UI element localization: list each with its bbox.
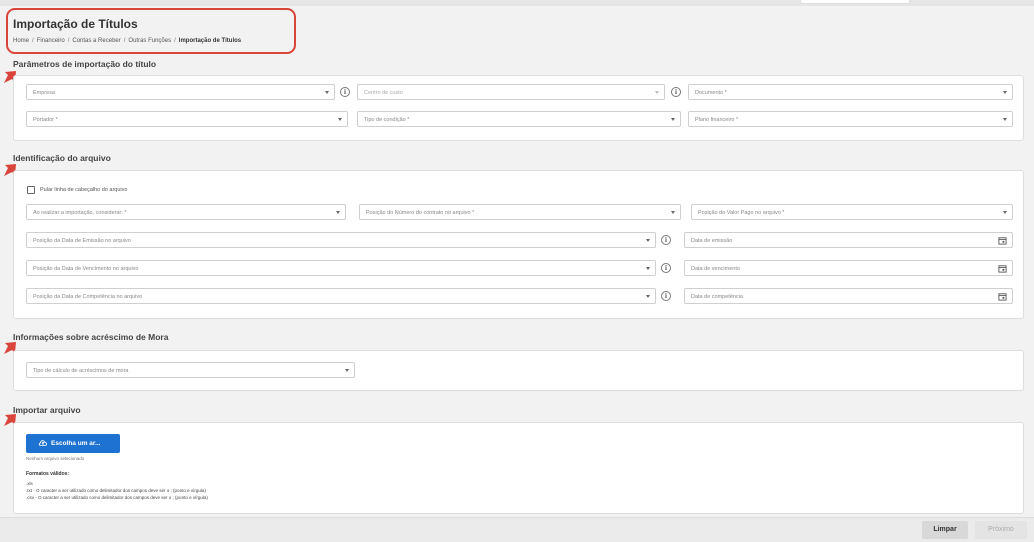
paid-position-select[interactable]: Posição do Valor Pago no arquivo * bbox=[691, 204, 1013, 220]
breadcrumb-separator: / bbox=[174, 38, 176, 44]
breadcrumb-current: Importação de Títulos bbox=[178, 38, 242, 44]
header-annotation-box bbox=[6, 8, 296, 54]
info-icon[interactable]: i bbox=[340, 87, 350, 97]
skip-header-row[interactable]: Pular linha de cabeçalho do arquivo bbox=[27, 186, 127, 194]
consider-select[interactable]: Ao realizar a importação, considerar: * bbox=[26, 204, 346, 220]
footer-bar bbox=[0, 517, 1034, 542]
info-icon[interactable]: i bbox=[671, 87, 681, 97]
plano-financeiro-select[interactable]: Plano financeiro * bbox=[688, 111, 1013, 127]
consider-placeholder: Ao realizar a importação, considerar: * bbox=[33, 210, 127, 216]
skip-header-checkbox[interactable] bbox=[27, 186, 35, 194]
chevron-down-icon bbox=[655, 91, 659, 94]
chevron-down-icon bbox=[345, 369, 349, 372]
no-file-text: Nenhum arquivo selecionado bbox=[26, 456, 85, 461]
format-line: .xls bbox=[26, 481, 33, 486]
competence-position-placeholder: Posição da Data de Competência no arquiv… bbox=[33, 294, 143, 300]
due-position-select[interactable]: Posição da Data de Vencimento no arquivo bbox=[26, 260, 656, 276]
centro-custo-select[interactable]: Centro de custo bbox=[357, 84, 665, 100]
calendar-icon[interactable] bbox=[998, 292, 1007, 301]
due-date-input[interactable]: Data de vencimento bbox=[684, 260, 1013, 276]
format-line: .txt - O caracter a ser utilizado como d… bbox=[26, 488, 206, 493]
mora-calc-type-placeholder: Tipo de cálculo de acréscimos de mora bbox=[33, 368, 129, 374]
breadcrumb-separator: / bbox=[123, 38, 126, 44]
breadcrumb-contas-receber[interactable]: Contas a Receber bbox=[72, 38, 120, 44]
breadcrumb: Home / Financeiro / Contas a Receber / Outras … bbox=[13, 38, 241, 44]
portador-select[interactable]: Portador * bbox=[26, 111, 348, 127]
breadcrumb-separator: / bbox=[32, 38, 34, 44]
due-position-placeholder: Posição da Data de Vencimento no arquivo bbox=[33, 266, 139, 272]
calendar-icon[interactable] bbox=[998, 264, 1007, 273]
documento-placeholder: Documento * bbox=[695, 90, 727, 96]
breadcrumb-home[interactable]: Home bbox=[13, 38, 29, 44]
emission-date-placeholder: Data de emissão bbox=[691, 238, 733, 244]
info-icon[interactable]: i bbox=[661, 235, 671, 245]
chevron-down-icon bbox=[1003, 211, 1007, 214]
chevron-down-icon bbox=[338, 118, 342, 121]
cloud-upload-icon bbox=[38, 440, 47, 446]
portador-placeholder: Portador * bbox=[33, 117, 58, 123]
page-title: Importação de Títulos bbox=[13, 17, 138, 31]
next-button[interactable]: Próximo bbox=[975, 521, 1027, 539]
section-title-params: Parâmetros de importação do título bbox=[13, 59, 157, 69]
info-icon[interactable]: i bbox=[661, 291, 671, 301]
clear-button[interactable]: Limpar bbox=[922, 521, 968, 539]
empresa-select[interactable]: Empresa bbox=[26, 84, 335, 100]
top-bar bbox=[0, 0, 1034, 6]
chevron-down-icon bbox=[671, 211, 675, 214]
skip-header-label: Pular linha de cabeçalho do arquivo bbox=[40, 187, 128, 193]
chevron-down-icon bbox=[1003, 91, 1007, 94]
section-title-mora: Informações sobre acréscimo de Mora bbox=[13, 332, 169, 342]
tipo-condicao-placeholder: Tipo de condição * bbox=[364, 117, 410, 123]
info-icon[interactable]: i bbox=[661, 263, 671, 273]
chevron-down-icon bbox=[646, 295, 650, 298]
chevron-down-icon bbox=[646, 267, 650, 270]
mora-calc-type-select[interactable]: Tipo de cálculo de acréscimos de mora bbox=[26, 362, 355, 378]
documento-select[interactable]: Documento * bbox=[688, 84, 1013, 100]
chevron-down-icon bbox=[646, 239, 650, 242]
contract-position-select[interactable]: Posição do Número do contrato no arquivo… bbox=[359, 204, 681, 220]
tipo-condicao-select[interactable]: Tipo de condição * bbox=[357, 111, 681, 127]
emission-position-select[interactable]: Posição da Data de Emissão no arquivo bbox=[26, 232, 656, 248]
competence-position-select[interactable]: Posição da Data de Competência no arquiv… bbox=[26, 288, 656, 304]
empresa-placeholder: Empresa bbox=[33, 90, 56, 96]
chevron-down-icon bbox=[336, 211, 340, 214]
breadcrumb-financeiro[interactable]: Financeiro bbox=[37, 38, 65, 44]
chevron-down-icon bbox=[325, 91, 329, 94]
breadcrumb-separator: / bbox=[67, 38, 70, 44]
section-title-import: Importar arquivo bbox=[13, 405, 81, 415]
plano-financeiro-placeholder: Plano financeiro * bbox=[695, 117, 739, 123]
emission-position-placeholder: Posição da Data de Emissão no arquivo bbox=[33, 238, 131, 244]
top-search-input[interactable] bbox=[800, 0, 910, 4]
competence-date-input[interactable]: Data de competência bbox=[684, 288, 1013, 304]
formats-title: Formatos válidos: bbox=[26, 471, 70, 477]
paid-position-placeholder: Posição do Valor Pago no arquivo * bbox=[698, 210, 785, 216]
emission-date-input[interactable]: Data de emissão bbox=[684, 232, 1013, 248]
format-line: .csv - O caracter a ser utilizado como d… bbox=[26, 495, 208, 500]
choose-file-label: Escolha um ar... bbox=[51, 440, 101, 447]
section-title-file-id: Identificação do arquivo bbox=[13, 153, 111, 163]
chevron-down-icon bbox=[1003, 118, 1007, 121]
centro-custo-placeholder: Centro de custo bbox=[364, 90, 403, 96]
choose-file-button[interactable]: Escolha um ar... bbox=[26, 434, 120, 453]
contract-position-placeholder: Posição do Número do contrato no arquivo… bbox=[366, 210, 475, 216]
chevron-down-icon bbox=[671, 118, 675, 121]
calendar-icon[interactable] bbox=[998, 236, 1007, 245]
due-date-placeholder: Data de vencimento bbox=[691, 266, 740, 272]
breadcrumb-outras-funcoes[interactable]: Outras Funções bbox=[128, 38, 171, 44]
import-card bbox=[13, 422, 1024, 514]
competence-date-placeholder: Data de competência bbox=[691, 294, 743, 300]
